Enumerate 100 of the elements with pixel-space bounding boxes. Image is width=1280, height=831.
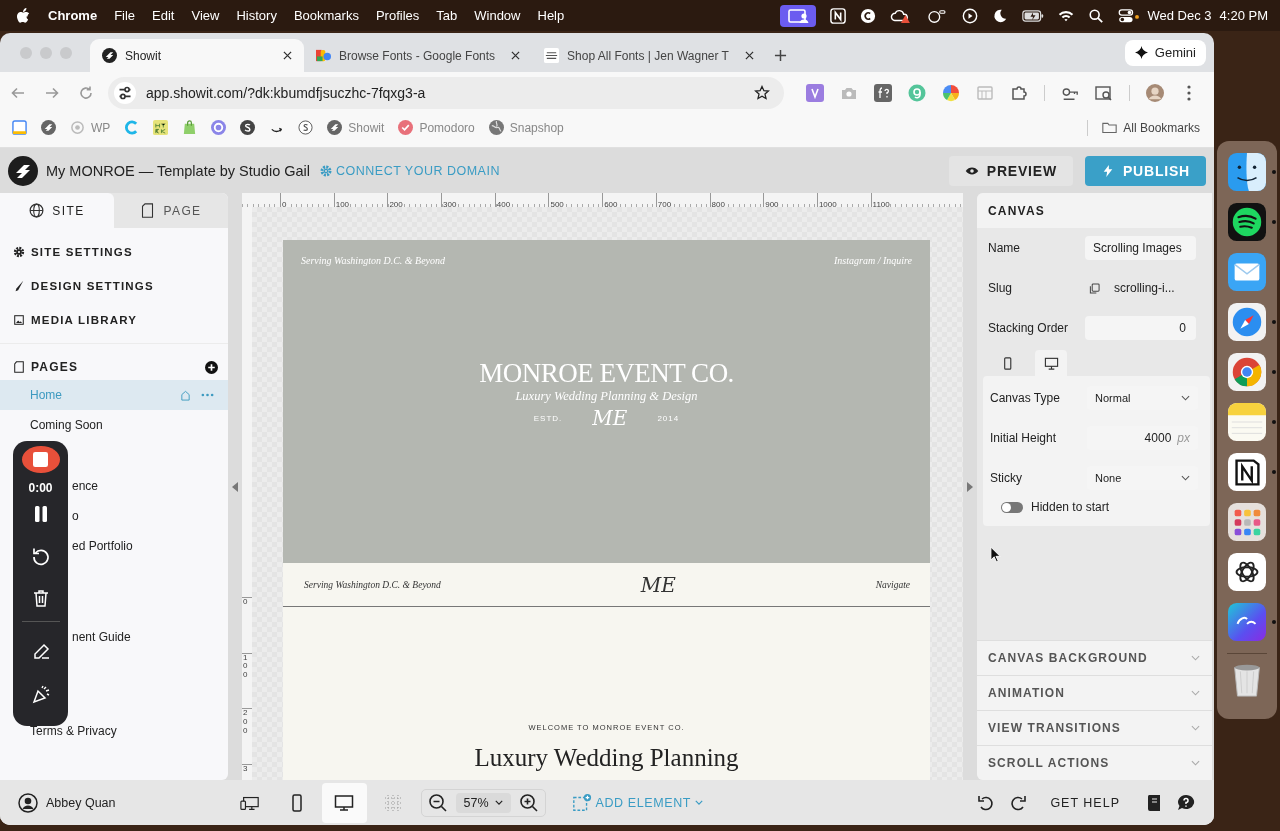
- section-header[interactable]: VIEW TRANSITIONS: [977, 710, 1212, 745]
- new-tab-icon[interactable]: [773, 49, 787, 62]
- toggle-switch[interactable]: [1001, 501, 1023, 513]
- avatar-icon[interactable]: [1146, 83, 1164, 102]
- s-outline-icon[interactable]: [298, 120, 314, 135]
- star-icon[interactable]: [754, 84, 770, 101]
- collapse-left-icon[interactable]: [232, 481, 238, 492]
- menu-item[interactable]: Profiles: [375, 8, 420, 23]
- page-item[interactable]: nent Guide: [72, 622, 228, 652]
- menu-item[interactable]: View: [191, 8, 220, 23]
- name-field[interactable]: Scrolling Images: [1085, 236, 1196, 260]
- view-toggle[interactable]: [321, 782, 367, 823]
- zoom-in-icon[interactable]: [518, 792, 539, 813]
- navigate-link[interactable]: Navigate: [875, 579, 910, 590]
- bookmark-link[interactable]: Snapshop: [488, 120, 564, 135]
- mail-icon[interactable]: [1228, 253, 1266, 291]
- preview-button[interactable]: PREVIEW: [948, 155, 1073, 186]
- compass-icon[interactable]: [1228, 303, 1266, 341]
- monitor-icon: [1043, 355, 1059, 371]
- showit-logo-icon[interactable]: [8, 155, 38, 186]
- notion-icon[interactable]: [1228, 453, 1266, 491]
- ring-icon[interactable]: [211, 120, 227, 135]
- page-icon: [13, 361, 25, 373]
- notes-icon[interactable]: [1228, 403, 1266, 441]
- puzzle-icon[interactable]: [1010, 83, 1028, 102]
- settings-link[interactable]: SITE SETTINGS: [0, 235, 228, 269]
- address-bar[interactable]: app.showit.com/?dk:kbumdfjsuczhc-7fqxg3-a: [108, 76, 784, 109]
- menu-item[interactable]: History: [236, 8, 277, 23]
- font-question-icon[interactable]: [874, 83, 892, 102]
- search-icon[interactable]: [1087, 7, 1104, 24]
- tile-logo-icon[interactable]: [153, 120, 169, 135]
- bookmark-link[interactable]: Pomodoro: [398, 120, 475, 135]
- help-icon[interactable]: [1176, 792, 1196, 813]
- finder-icon[interactable]: [1228, 153, 1266, 191]
- notion-icon[interactable]: [829, 7, 846, 24]
- menu-item[interactable]: Tab: [436, 8, 458, 23]
- page-item[interactable]: ed Portfolio: [72, 531, 228, 561]
- monitor-icon: [334, 792, 354, 813]
- panel-tab[interactable]: PAGE: [114, 193, 228, 228]
- browser-tab[interactable]: Showit: [90, 39, 304, 72]
- settings-link[interactable]: MEDIA LIBRARY: [0, 303, 228, 337]
- cloud-warning-icon[interactable]: [889, 7, 912, 24]
- color-wheel-icon[interactable]: [942, 83, 960, 102]
- page-item[interactable]: o: [72, 501, 228, 531]
- spotify-icon[interactable]: [1228, 203, 1266, 241]
- restart-icon[interactable]: [30, 546, 51, 567]
- screen-share-icon[interactable]: [779, 4, 816, 27]
- site-settings-icon[interactable]: [114, 81, 136, 104]
- rings-icon[interactable]: [925, 7, 948, 24]
- apple-icon[interactable]: [16, 7, 30, 24]
- close-icon[interactable]: [283, 51, 292, 60]
- get-help-button[interactable]: GET HELP: [1050, 795, 1120, 810]
- gemini-button[interactable]: Gemini: [1124, 39, 1206, 66]
- moon-icon[interactable]: [991, 7, 1008, 24]
- menu-item[interactable]: Help: [537, 8, 565, 23]
- reload-icon[interactable]: [78, 84, 94, 101]
- established-label: ESTD.: [533, 413, 563, 423]
- add-page-icon[interactable]: [205, 360, 218, 374]
- menu-item[interactable]: Edit: [152, 8, 175, 23]
- bookmark-link[interactable]: Showit: [327, 120, 385, 135]
- settings-link[interactable]: DESIGN SETTINGS: [0, 269, 228, 303]
- panel-tab[interactable]: SITE: [0, 193, 114, 228]
- stacking-order-field[interactable]: 0: [1085, 316, 1196, 340]
- panel-header[interactable]: CANVAS: [977, 193, 1212, 228]
- party-popper-icon[interactable]: [30, 684, 51, 704]
- zoom-out-icon[interactable]: [427, 792, 448, 813]
- user-avatar-icon[interactable]: [18, 792, 38, 813]
- app-grid-icon[interactable]: [1228, 503, 1266, 541]
- copy-icon[interactable]: [1089, 282, 1100, 294]
- section-header[interactable]: ANIMATION: [977, 675, 1212, 710]
- calendar-icon[interactable]: [12, 120, 27, 135]
- browser-tab[interactable]: Browse Fonts - Google Fonts: [304, 39, 533, 72]
- tagline-text: Serving Washington D.C. & Beyond: [304, 579, 441, 590]
- menu-app-name[interactable]: Chrome: [48, 8, 98, 23]
- tab-search-icon[interactable]: [1095, 83, 1113, 102]
- menu-item[interactable]: Window: [474, 8, 521, 23]
- page-item[interactable]: Terms & Privacy: [0, 716, 228, 746]
- device-tab[interactable]: [1035, 350, 1067, 376]
- menu-item[interactable]: Bookmarks: [293, 8, 359, 23]
- collapse-right-icon[interactable]: [967, 481, 973, 492]
- shopping-bag-icon[interactable]: [182, 120, 198, 135]
- browser-tab[interactable]: Shop All Fonts | Jen Wagner T: [532, 39, 766, 72]
- close-icon[interactable]: [744, 51, 754, 60]
- menu-item[interactable]: File: [114, 8, 136, 23]
- stop-recording-button[interactable]: [21, 446, 60, 474]
- close-icon[interactable]: [511, 51, 521, 60]
- section-header[interactable]: CANVAS BACKGROUND: [977, 640, 1212, 675]
- page-item[interactable]: ence: [72, 471, 228, 501]
- play-icon[interactable]: [961, 7, 978, 24]
- all-bookmarks-link[interactable]: All Bookmarks: [1102, 120, 1200, 135]
- battery-icon[interactable]: [1021, 7, 1044, 24]
- c-circle-icon[interactable]: [859, 7, 876, 24]
- chrome-icon[interactable]: [1228, 353, 1266, 391]
- v-extension-icon[interactable]: [806, 83, 824, 102]
- control-center-icon[interactable]: [1117, 7, 1140, 24]
- s-coin-icon[interactable]: [240, 120, 256, 135]
- page-item[interactable]: Coming Soon: [0, 410, 228, 440]
- knot-icon[interactable]: [1228, 553, 1266, 591]
- section-header[interactable]: SCROLL ACTIONS: [977, 745, 1212, 780]
- zoom-level-dropdown[interactable]: 57%: [455, 792, 511, 813]
